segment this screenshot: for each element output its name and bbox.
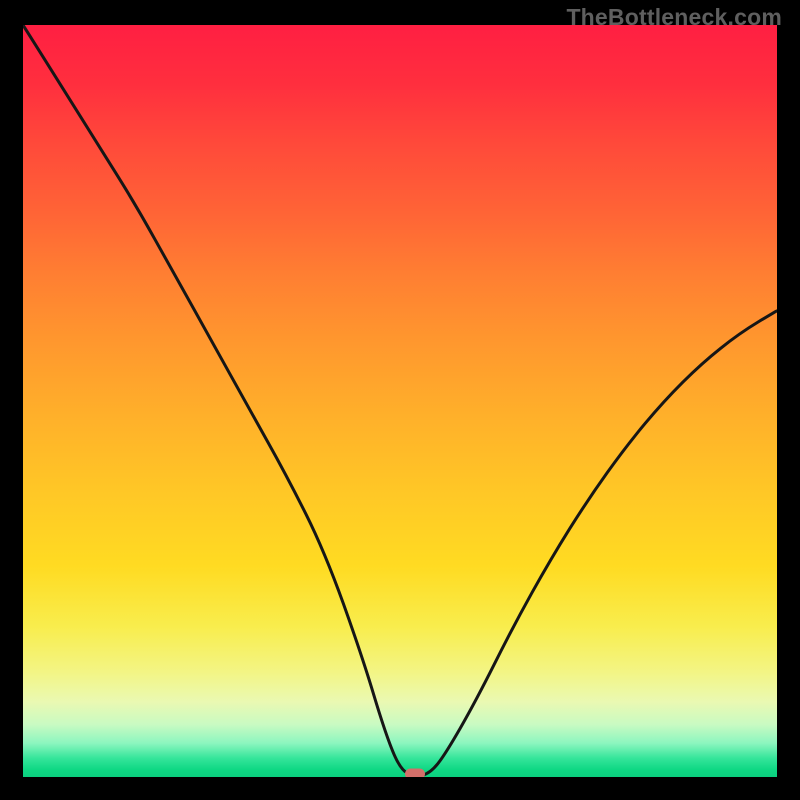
chart-stage: TheBottleneck.com [0,0,800,800]
optimal-point-marker [405,769,425,778]
watermark-text: TheBottleneck.com [566,4,782,31]
bottleneck-curve [23,25,777,777]
plot-area [23,25,777,777]
